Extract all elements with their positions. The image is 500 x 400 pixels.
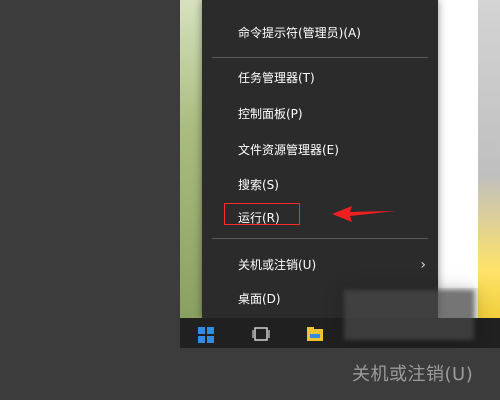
chevron-right-icon: › xyxy=(420,257,426,273)
menu-item-shutdown-signout[interactable]: 关机或注销(U) › xyxy=(202,248,438,282)
menu-item-label: 控制面板(P) xyxy=(238,107,303,121)
menu-item-control-panel[interactable]: 控制面板(P) xyxy=(202,97,438,131)
menu-item-label: 桌面(D) xyxy=(238,292,281,306)
menu-item-label: 关机或注销(U) xyxy=(238,258,317,272)
menu-item-label: 命令提示符(管理员)(A) xyxy=(238,26,361,40)
menu-separator xyxy=(212,57,428,58)
red-arrow-icon xyxy=(332,206,396,222)
task-view-icon[interactable] xyxy=(252,326,270,342)
windows-logo-icon[interactable] xyxy=(198,327,214,343)
desktop-wallpaper-left xyxy=(180,0,202,318)
menu-item-file-explorer[interactable]: 文件资源管理器(E) xyxy=(202,133,438,167)
file-explorer-icon[interactable] xyxy=(306,326,324,342)
background-menu-label: 关机或注销(U) xyxy=(352,364,474,385)
desktop-wallpaper-right xyxy=(478,0,500,318)
white-window-strip xyxy=(438,0,478,288)
menu-item-task-manager[interactable]: 任务管理器(T) xyxy=(202,61,438,95)
winx-context-menu: 命令提示符(管理员)(A) 任务管理器(T) 控制面板(P) 文件资源管理器(E… xyxy=(202,0,438,318)
menu-item-label: 文件资源管理器(E) xyxy=(238,143,339,157)
run-highlight-box xyxy=(224,203,300,225)
menu-separator xyxy=(212,238,428,239)
blurred-overlay xyxy=(344,290,474,340)
left-background xyxy=(0,0,180,348)
menu-item-command-prompt-admin[interactable]: 命令提示符(管理员)(A) xyxy=(202,16,438,50)
menu-item-label: 搜索(S) xyxy=(238,178,279,192)
menu-item-search[interactable]: 搜索(S) xyxy=(202,168,438,202)
menu-item-label: 任务管理器(T) xyxy=(238,71,315,85)
